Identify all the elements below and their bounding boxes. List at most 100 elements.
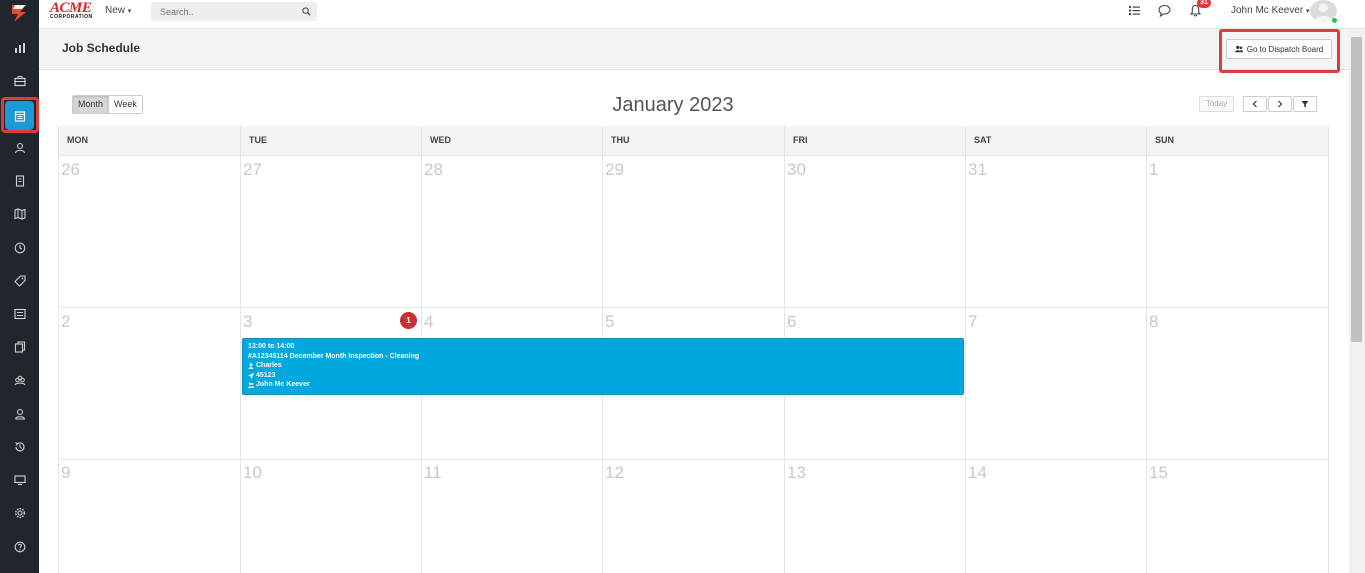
event-customer: Charles xyxy=(256,362,282,370)
person-icon[interactable] xyxy=(0,399,39,429)
clock-icon[interactable] xyxy=(0,233,39,263)
weekday-label: TUE xyxy=(249,135,267,145)
weekday-label: SAT xyxy=(974,135,992,145)
grid-line xyxy=(1146,126,1147,573)
event-title: #A12345114 December Month Inspection - C… xyxy=(248,352,420,360)
chat-icon[interactable] xyxy=(1158,4,1171,17)
day-number[interactable]: 2 xyxy=(61,312,70,332)
history-icon[interactable] xyxy=(0,432,39,462)
building-icon[interactable] xyxy=(0,166,39,196)
calendar-title: January 2023 xyxy=(612,94,734,116)
day-number[interactable]: 9 xyxy=(61,463,70,483)
grid-line xyxy=(58,307,1329,308)
week-view-button[interactable]: Week xyxy=(108,96,142,113)
day-number[interactable]: 7 xyxy=(968,312,977,332)
grid-line xyxy=(58,126,59,573)
day-number[interactable]: 3 xyxy=(243,312,252,332)
tag-icon[interactable] xyxy=(0,266,39,296)
day-number[interactable]: 28 xyxy=(424,160,443,180)
users-icon xyxy=(248,382,254,389)
briefcase-icon[interactable] xyxy=(0,66,39,96)
map-icon[interactable] xyxy=(0,199,39,229)
settings-icon[interactable] xyxy=(0,498,39,528)
month-view-button[interactable]: Month xyxy=(73,96,109,113)
online-status-dot xyxy=(1332,18,1337,23)
day-number[interactable]: 14 xyxy=(968,463,987,483)
notification-badge: 31 xyxy=(1197,0,1211,8)
grid-line xyxy=(1328,126,1329,573)
prev-month-button[interactable] xyxy=(1243,96,1267,112)
page-header: Job Schedule Go to Dispatch Board xyxy=(39,29,1349,73)
event-count-badge[interactable]: 1 xyxy=(400,312,417,329)
day-number[interactable]: 5 xyxy=(605,312,614,332)
filter-icon xyxy=(1301,101,1309,108)
event-assignee: John Mc Keever xyxy=(256,381,310,389)
day-number[interactable]: 8 xyxy=(1149,312,1158,332)
new-label: New xyxy=(105,5,126,16)
grid-line xyxy=(58,155,1329,156)
search-input[interactable] xyxy=(151,2,291,21)
dispatch-button-label: Go to Dispatch Board xyxy=(1246,44,1324,54)
month-calendar: MON TUE WED THU FRI SAT SUN 26 27 28 29 … xyxy=(58,126,1329,573)
day-number[interactable]: 11 xyxy=(424,463,442,483)
day-number[interactable]: 30 xyxy=(787,160,806,180)
filter-button[interactable] xyxy=(1293,96,1317,112)
new-dropdown-button[interactable]: New ▾ xyxy=(105,5,131,16)
day-number[interactable]: 26 xyxy=(61,160,80,180)
dispatch-board-button[interactable]: Go to Dispatch Board xyxy=(1226,39,1332,59)
weekday-header-row: MON TUE WED THU FRI SAT SUN xyxy=(58,126,1329,155)
top-bar: ACME CORPORATION New ▾ 31 John Mc Keever… xyxy=(39,0,1365,29)
day-number[interactable]: 4 xyxy=(424,312,433,332)
users-icon[interactable] xyxy=(0,133,39,163)
search-box xyxy=(151,2,317,21)
weekday-label: WED xyxy=(430,135,451,145)
today-button[interactable]: Today xyxy=(1199,96,1234,112)
help-icon[interactable] xyxy=(0,532,39,562)
weekday-label: FRI xyxy=(793,135,808,145)
chevron-right-icon xyxy=(1278,100,1283,108)
search-icon[interactable] xyxy=(302,7,311,16)
list-icon[interactable] xyxy=(0,299,39,329)
day-number[interactable]: 1 xyxy=(1149,160,1158,180)
monitor-icon[interactable] xyxy=(0,465,39,495)
grid-line xyxy=(58,459,1329,460)
brand-tagline: CORPORATION xyxy=(50,14,93,20)
weekday-label: SUN xyxy=(1155,135,1175,145)
event-time: 13:00 to 14:00 xyxy=(248,343,295,350)
grid-line xyxy=(965,126,966,573)
weekday-label: THU xyxy=(611,135,630,145)
calendar-icon[interactable] xyxy=(5,101,34,130)
next-month-button[interactable] xyxy=(1268,96,1292,112)
location-arrow-icon xyxy=(248,372,254,379)
brand-name: ACME xyxy=(50,0,92,16)
grid-line xyxy=(240,126,241,573)
day-number[interactable]: 29 xyxy=(605,160,624,180)
person-icon xyxy=(248,363,254,369)
day-number[interactable]: 27 xyxy=(243,160,262,180)
sidebar xyxy=(0,0,39,573)
team-icon[interactable] xyxy=(0,366,39,396)
task-list-icon[interactable] xyxy=(1128,4,1141,17)
day-number[interactable]: 13 xyxy=(787,463,806,483)
scrollbar-thumb[interactable] xyxy=(1351,37,1362,342)
documents-icon[interactable] xyxy=(0,332,39,362)
chevron-left-icon xyxy=(1252,100,1257,108)
page-scrollbar[interactable] xyxy=(1349,29,1365,573)
day-number[interactable]: 6 xyxy=(787,312,796,332)
company-logo[interactable]: ACME CORPORATION xyxy=(50,0,96,22)
page-title: Job Schedule xyxy=(62,41,141,55)
day-number[interactable]: 10 xyxy=(243,463,262,483)
user-menu[interactable]: John Mc Keever ▾ xyxy=(1231,5,1310,16)
day-number[interactable]: 12 xyxy=(605,463,624,483)
day-number[interactable]: 31 xyxy=(968,160,987,180)
view-toggle: Month Week xyxy=(72,95,143,114)
user-name: John Mc Keever xyxy=(1231,5,1304,16)
event-location: 45123 xyxy=(256,371,276,379)
app-logo-icon[interactable] xyxy=(9,3,29,23)
users-icon xyxy=(1234,45,1243,53)
job-event[interactable]: 13:00 to 14:00 #A12345114 December Month… xyxy=(242,338,964,395)
day-number[interactable]: 15 xyxy=(1149,463,1168,483)
caret-down-icon: ▾ xyxy=(127,8,132,15)
reports-icon[interactable] xyxy=(0,33,39,63)
weekday-label: MON xyxy=(67,135,88,145)
